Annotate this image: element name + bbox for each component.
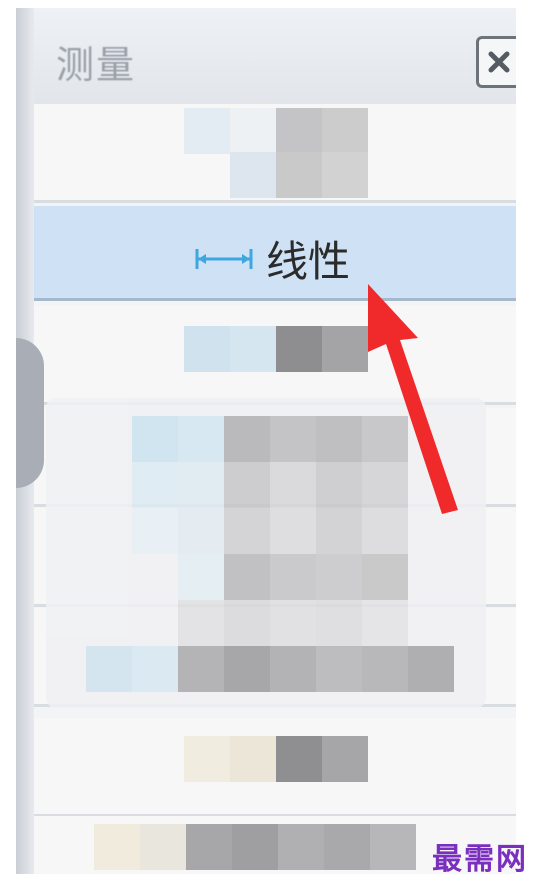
watermark: 最需网 (432, 842, 528, 877)
annotation-arrow-icon (368, 284, 458, 514)
panel-header: 测量 (34, 8, 516, 104)
linear-dimension-icon (195, 248, 253, 269)
list-item[interactable] (34, 718, 516, 817)
measure-panel: 测量 线性 (16, 8, 516, 874)
close-button[interactable] (476, 36, 516, 88)
list-item[interactable] (34, 104, 516, 203)
linear-item-label: 线性 (266, 237, 351, 286)
panel-title: 测量 (56, 43, 137, 87)
panel-edge-shadow (16, 338, 44, 488)
linear-item-content: 线性 (194, 228, 350, 289)
close-x-icon (488, 51, 510, 73)
